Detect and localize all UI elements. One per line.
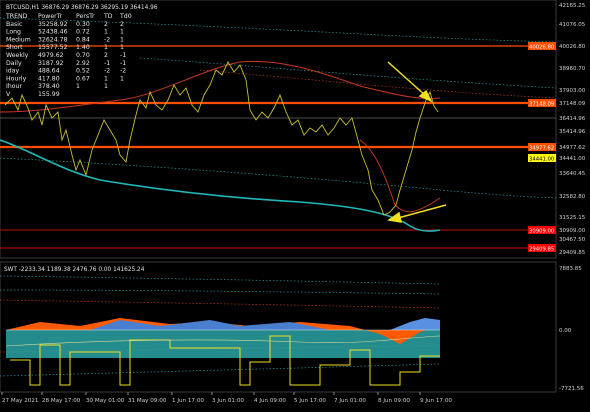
trend-table-cell: 0.72: [76, 29, 90, 36]
trend-table-cell: 52438.46: [38, 29, 68, 36]
trend-table-cell: 1: [104, 44, 108, 51]
price-tick-label: 30909.00: [559, 228, 586, 234]
tag-29409-text: 29409.85: [529, 246, 554, 252]
trend-table-cell: 155.99: [38, 91, 60, 98]
trend-table-cell: 1: [120, 75, 124, 82]
time-axis-label: 3 Jun 01:00: [212, 398, 244, 404]
trend-table-header: Td0: [119, 13, 132, 20]
trend-table-cell: 15577.52: [38, 44, 68, 51]
trend-table-cell: 1.40: [76, 44, 90, 51]
trend-table-cell: Medium: [6, 36, 31, 43]
tag-40026-text: 40026.80: [529, 44, 555, 50]
time-axis-label: 7 Jun 01:00: [334, 398, 366, 404]
trend-table-cell: iday: [6, 68, 19, 75]
trend-table-cell: -2: [120, 68, 126, 75]
price-tick-label: 35414.96: [559, 129, 586, 135]
trend-table-cell: 2: [120, 21, 124, 28]
price-tick-label: 37903.00: [559, 88, 586, 94]
indicator-axis-top: 7883.85: [559, 266, 582, 272]
mt4-chart-window: 42165.25 41076.05 40026.80 38960.70 37903.00…: [0, 0, 590, 408]
trend-table-cell: 1: [104, 75, 108, 82]
time-axis-label: 27 May 2021: [2, 398, 39, 404]
trend-table-cell: -2: [104, 68, 110, 75]
trend-table-cell: Basic: [6, 21, 23, 28]
trend-table-cell: 1: [120, 44, 124, 51]
trend-table-cell: 1: [120, 36, 124, 43]
trend-table-cell: -1: [120, 60, 126, 67]
trend-table-cell: 1: [104, 83, 108, 90]
time-axis-label: 28 May 17:00: [42, 398, 81, 404]
trend-table-header: TD: [103, 13, 113, 20]
trend-table-header: TREND: [5, 13, 28, 20]
tag-34977-text: 34977.62: [529, 145, 554, 151]
trend-table-cell: 1: [76, 83, 80, 90]
price-tick-label: 37148.09: [559, 101, 586, 107]
trend-table-cell: 35258.92: [38, 21, 68, 28]
indicator-title: SWT -2233.34 1189.38 2476.76 0.00 141625…: [4, 267, 145, 273]
price-tick-label: 38960.70: [559, 66, 586, 72]
time-axis-label: 4 Jun 09:00: [254, 398, 286, 404]
price-tick-label: 29409.85: [559, 250, 586, 256]
price-tick-label: 31525.15: [559, 215, 586, 221]
trend-table-cell: 2: [104, 21, 108, 28]
trend-table-cell: -1: [104, 60, 110, 67]
time-axis: 27 May 2021 28 May 17:00 30 May 01:00 31 Ma…: [1, 392, 452, 404]
trend-table-cell: 2.92: [76, 60, 90, 67]
trend-table-cell: 378.40: [38, 83, 60, 90]
price-axis: 42165.25 41076.05 40026.80 38960.70 37903.00…: [559, 3, 586, 256]
price-tick-label: 36414.96: [559, 116, 586, 122]
trend-table-cell: 1: [104, 29, 108, 36]
price-tick-label: 34441.00: [559, 156, 586, 162]
time-axis-label: 1 Jun 17:00: [172, 398, 204, 404]
trend-table-cell: 1: [120, 29, 124, 36]
symbol-header: BTCUSD,H1 36876.29 36876.29 36295.19 364…: [6, 5, 158, 11]
trend-table-cell: 0.52: [76, 68, 90, 75]
trend-table-cell: 3187.92: [38, 60, 64, 67]
indicator-axis-bot: -7721.56: [559, 386, 584, 392]
time-axis-label: 5 Jun 17:00: [294, 398, 326, 404]
trend-table-cell: 0.70: [76, 52, 90, 59]
trend-table-cell: -2: [104, 36, 110, 43]
trend-table-cell: Weekly: [6, 52, 29, 59]
trend-table-header: PowerTr: [38, 13, 63, 20]
trend-table-cell: 2: [104, 52, 108, 59]
price-tick-label: 33640.45: [559, 171, 586, 177]
trend-table-cell: 488.64: [38, 68, 60, 75]
price-tick-label: 41076.05: [559, 22, 586, 28]
time-axis-label: 8 Jun 09:00: [378, 398, 410, 404]
time-axis-label: 31 May 09:00: [128, 398, 167, 404]
trend-table-cell: 0.84: [76, 36, 90, 43]
price-tick-label: 34977.62: [559, 145, 585, 151]
trend-table-cell: Daily: [6, 60, 22, 67]
tag-30909-text: 30909.00: [529, 228, 555, 234]
trend-table-cell: 4979.62: [38, 52, 64, 59]
trend-table-cell: 32624.78: [38, 36, 68, 43]
trend-table-cell: Short: [6, 44, 23, 51]
price-tick-label: 40026.80: [559, 44, 586, 50]
trend-table-cell: Hourly: [6, 75, 27, 82]
trend-table-cell: 417.80: [38, 75, 60, 82]
trend-table-cell: Long: [6, 29, 21, 36]
trend-table-cell: Ihour: [6, 83, 22, 90]
time-axis-label: 9 Jun 17:00: [420, 398, 452, 404]
time-axis-label: 30 May 01:00: [86, 398, 125, 404]
trend-table-cell: -1: [120, 52, 126, 59]
price-tick-label: 42165.25: [559, 3, 586, 9]
price-tick-label: 32582.80: [559, 194, 586, 200]
trend-table-header: PersTr: [76, 13, 95, 20]
tag-37148-text: 37148.09: [529, 101, 554, 107]
indicator-axis-mid: 0.00: [559, 328, 572, 334]
price-tick-label: 30467.50: [559, 237, 586, 243]
trend-table-cell: 0.67: [76, 75, 90, 82]
trend-table-cell: 0.30: [76, 21, 90, 28]
tag-34441-text: 34441.00: [529, 156, 555, 162]
